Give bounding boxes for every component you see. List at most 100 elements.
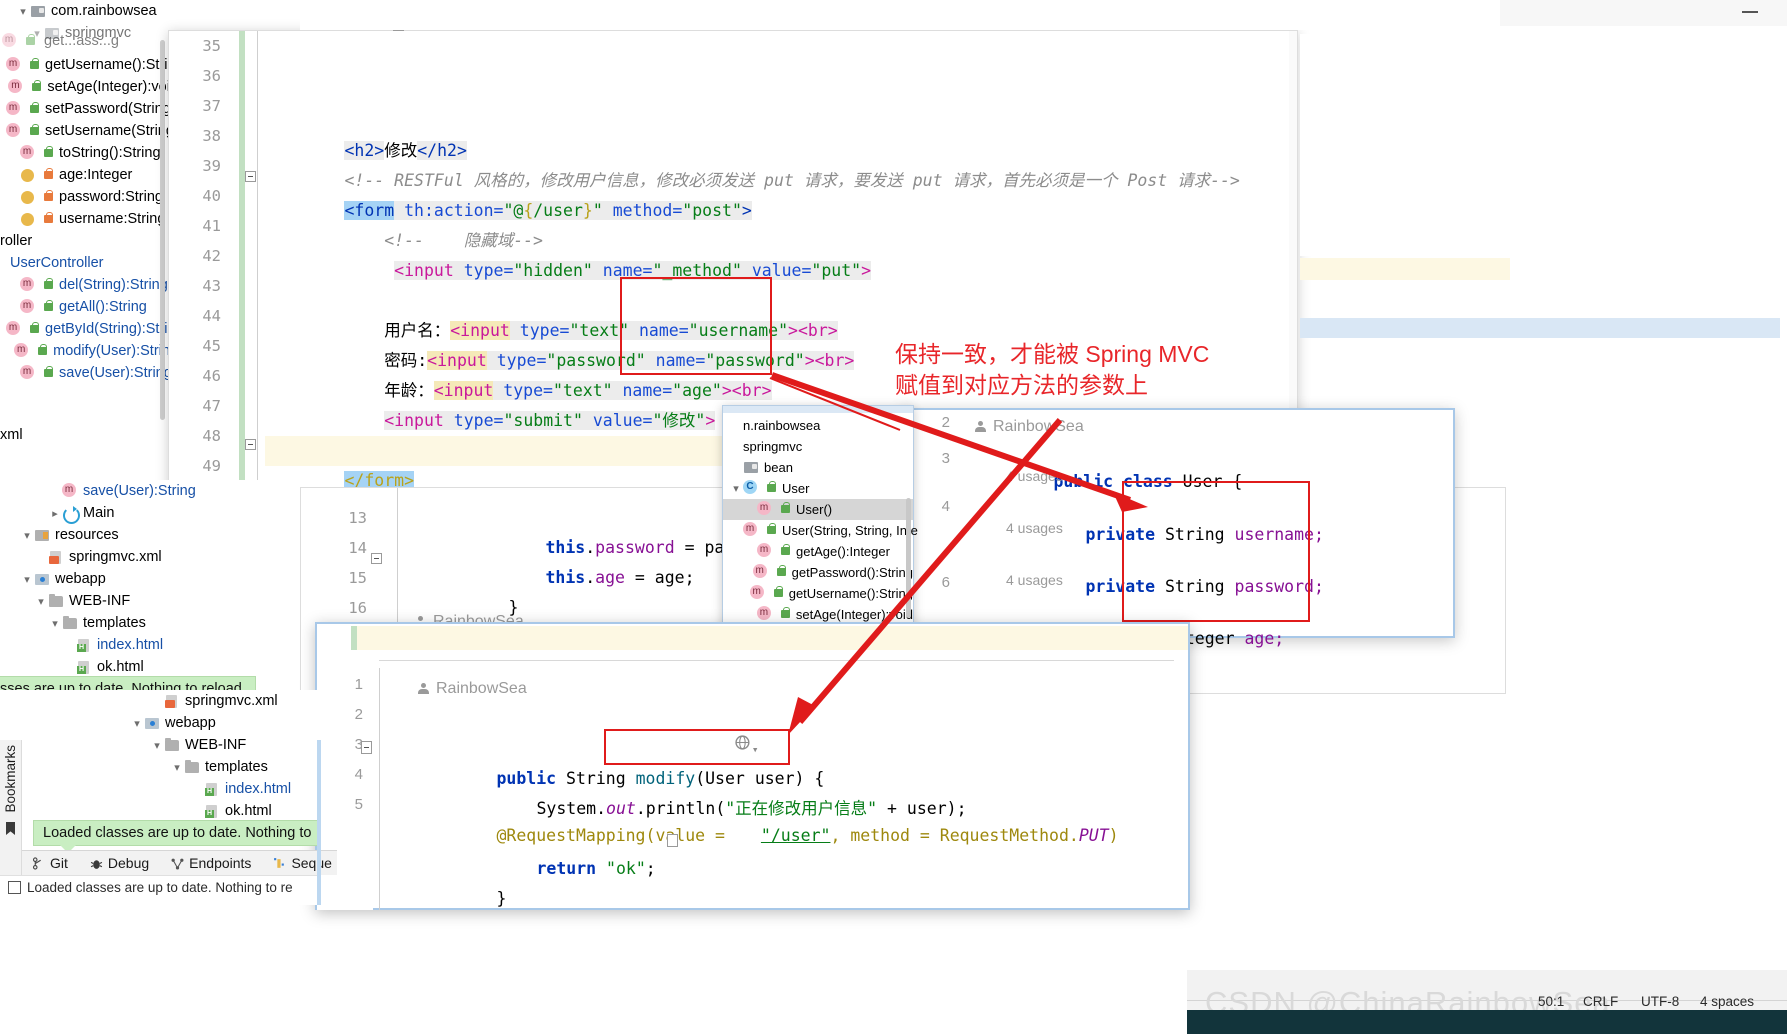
tree-row[interactable]: setAge(Integer):void [0, 76, 178, 98]
tree-row[interactable]: getUsername():String [0, 54, 184, 76]
gutter-line-number: 47 [202, 397, 221, 415]
status-encoding[interactable]: UTF-8 [1641, 994, 1679, 1009]
tree-row[interactable]: ▾ webapp [0, 568, 300, 590]
fold-gutter-line [257, 31, 258, 501]
popup-header [723, 406, 913, 413]
file-structure-popup[interactable]: n.rainbowsea springmvc bean ▾ User User() User… [722, 405, 919, 664]
bottom-tool-endpoints[interactable]: Endpoints [171, 855, 251, 871]
project-tree-list-2[interactable]: springmvc.xml▾webapp▾WEB-INF▾templatesin… [0, 690, 320, 822]
tree-row[interactable]: getUsername():String [723, 583, 913, 604]
bottom-tool-window-bar[interactable]: Git Debug Endpoints Seque [22, 850, 337, 875]
tree-row-label: springmvc.xml [185, 693, 278, 709]
tree-row[interactable]: ok.html [0, 800, 320, 822]
tree-row[interactable]: save(User):String [0, 362, 178, 384]
tree-row[interactable]: n.rainbowsea [723, 415, 913, 436]
tree-row[interactable]: setUsername(String):vc [0, 120, 197, 142]
background-editor-strip [300, 0, 1500, 30]
tree-row[interactable]: ▾ WEB-INF [0, 734, 320, 756]
tree-row-xml[interactable]: xml [0, 424, 178, 446]
chevron-down-icon[interactable]: ▾ [20, 529, 34, 542]
sequence-icon [273, 857, 286, 870]
tree-row[interactable]: ▾ templates [0, 756, 320, 778]
method-icon [756, 606, 774, 622]
tree-row-usercontroller[interactable]: UserController [0, 252, 178, 274]
bottom-tool-label: Endpoints [189, 855, 252, 871]
tree-row[interactable]: password:String [0, 186, 178, 208]
chevron-down-icon[interactable]: ▾ [16, 5, 30, 18]
bug-icon [90, 857, 103, 870]
tree-row[interactable]: modify(User):String [0, 340, 178, 362]
tree-row-label: templates [83, 615, 146, 631]
controller-member-list[interactable]: del(String):String getAll():String getById… [0, 274, 184, 384]
status-bar-icon[interactable] [8, 881, 21, 894]
tree-row[interactable]: del(String):String [0, 274, 178, 296]
structure-scrollbar[interactable] [160, 40, 165, 420]
tree-row[interactable]: ▾ WEB-INF [0, 590, 300, 612]
tree-row[interactable]: index.html [0, 634, 300, 656]
method-icon [6, 122, 23, 139]
bottom-toolbar-items[interactable]: Git Debug Endpoints Seque [22, 851, 337, 875]
tree-row[interactable]: index.html [0, 778, 320, 800]
tree-row[interactable]: username:String [0, 208, 178, 230]
project-tool-window[interactable]: save(User):String ▸ Main ▾ resources springmv… [0, 480, 300, 680]
field-icon [20, 168, 37, 183]
tree-row-controller-group[interactable]: roller [0, 230, 178, 252]
tree-row[interactable]: save(User):String [0, 480, 300, 502]
html-editor-gutter[interactable]: 35 36 37 38 39 40 41 42 43 44 45 46 47 48 49 [169, 31, 231, 499]
status-line-separator[interactable]: CRLF [1583, 994, 1618, 1009]
tree-row-label: WEB-INF [185, 737, 247, 753]
status-caret-position[interactable]: 50:1 [1538, 994, 1564, 1009]
project-tool-window-2[interactable]: springmvc.xml▾webapp▾WEB-INF▾templatesin… [0, 690, 320, 820]
tree-row-label: UserController [10, 255, 104, 271]
window-minimize-icon[interactable] [1742, 11, 1758, 13]
tree-row[interactable]: getAll():String [0, 296, 178, 318]
tree-row[interactable]: getPassword():String [723, 562, 913, 583]
tree-row[interactable]: springmvc [723, 436, 913, 457]
tree-row-label: age:Integer [59, 167, 133, 183]
chevron-down-icon[interactable]: ▾ [20, 573, 34, 586]
tree-row[interactable]: getById(String):String [0, 318, 184, 340]
main-class-icon [62, 505, 80, 524]
tree-row[interactable]: ▾ User [723, 478, 913, 499]
tree-row[interactable]: springmvc.xml [0, 546, 300, 568]
controller-code-body[interactable]: RainbowSea @RequestMapping(value = ▾ "/u… [417, 674, 1119, 908]
chevron-down-icon[interactable]: ▾ [48, 617, 62, 630]
html-file-icon [204, 782, 221, 797]
tree-row[interactable]: getAge():Integer [723, 541, 913, 562]
tree-row[interactable]: ok.html [0, 656, 300, 678]
tree-row[interactable]: ▸ Main [0, 502, 300, 524]
chevron-right-icon[interactable]: ▸ [48, 507, 62, 520]
chevron-down-icon[interactable]: ▾ [150, 739, 164, 752]
popup-scrollbar[interactable] [906, 498, 911, 618]
tree-row[interactable]: toString():String [0, 142, 178, 164]
project-tree-list[interactable]: save(User):String ▸ Main ▾ resources springmv… [0, 480, 300, 678]
status-indent[interactable]: 4 spaces [1700, 994, 1754, 1009]
structure-member-list[interactable]: getUsername():String setAge(Integer):void… [0, 54, 197, 230]
xml-file-icon [164, 694, 181, 709]
bottom-tool-seque[interactable]: Seque [273, 855, 332, 871]
tree-row[interactable]: ▾ webapp [0, 712, 320, 734]
structure-tool-window[interactable]: ▾ com.rainbowsea ▾ springmvc get...ass..… [0, 0, 197, 480]
sidebar-item-bookmarks[interactable]: Bookmarks [3, 745, 18, 813]
tree-row[interactable]: ▾ templates [0, 612, 300, 634]
tree-row[interactable]: User(String, String, Inte [723, 520, 918, 541]
bottom-tool-debug[interactable]: Debug [90, 855, 149, 871]
tree-row-label: User() [796, 502, 833, 517]
lock-green-icon [41, 277, 55, 293]
tree-row[interactable]: springmvc.xml [0, 690, 320, 712]
tree-row[interactable]: age:Integer [0, 164, 178, 186]
controller-fold-marker-2[interactable] [667, 834, 678, 847]
tree-row[interactable]: User() [723, 499, 913, 520]
tree-row[interactable]: bean [723, 457, 913, 478]
bottom-tool-git[interactable]: Git [32, 855, 68, 871]
bookmark-icon[interactable] [3, 822, 20, 837]
controller-editor-window[interactable]: 1 2 3 4 5 RainbowSea @RequestMapping(val… [315, 622, 1190, 910]
chevron-down-icon[interactable]: ▾ [170, 761, 184, 774]
tree-row[interactable]: ▾ resources [0, 524, 300, 546]
tree-row[interactable]: setPassword(String):vo [0, 98, 195, 120]
tree-row-com-rainbowsea[interactable]: ▾ com.rainbowsea [0, 0, 178, 22]
method-icon [20, 144, 37, 161]
chevron-down-icon[interactable]: ▾ [729, 482, 743, 495]
chevron-down-icon[interactable]: ▾ [34, 595, 48, 608]
chevron-down-icon[interactable]: ▾ [130, 717, 144, 730]
